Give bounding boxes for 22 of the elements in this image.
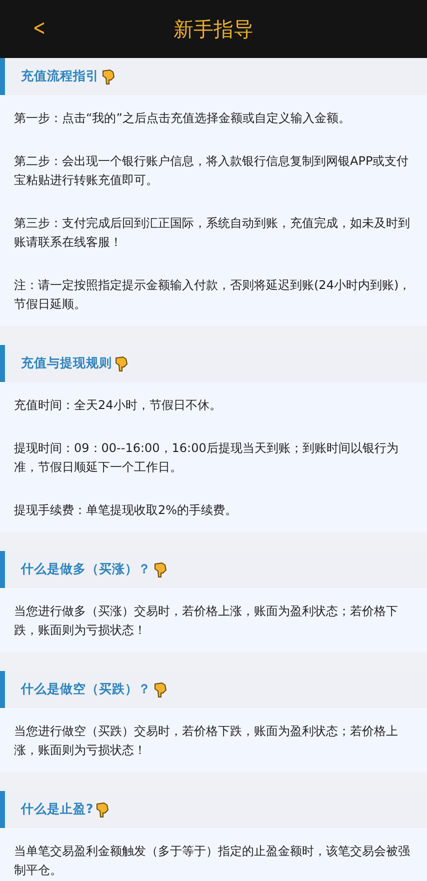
paragraph: 提现时间：09：00--16:00，16:00后提现当天到账；到账时间以银行为准，节假日顺延下一个工作日。 <box>14 440 400 476</box>
section-title: 什么是做空（买跌）？ <box>21 680 151 698</box>
paragraph: 当单笔交易盈利金额触发（多于等于）指定的止盈金额时，该笔交易会被强制平仓。 <box>14 843 411 879</box>
pointing-hand-icon <box>154 562 167 578</box>
paragraph: 第二步：会出现一个银行账户信息，将入款银行信息复制到网银APP或支付宝粘贴进行转账充值即可。 <box>14 153 410 189</box>
section-title: 充值与提现规则 <box>21 354 112 372</box>
page-title: 新手指导 <box>174 16 254 43</box>
paragraph: 充值时间：全天24小时，节假日不休。 <box>14 397 222 414</box>
paragraph: 第一步：点击“我的”之后点击充值选择金额或自定义输入金额。 <box>14 110 352 127</box>
paragraph: 当您进行做空（买跌）交易时，若价格下跌，账面为盈利状态；若价格上涨，账面则为亏损状态！ <box>14 723 399 759</box>
back-button[interactable]: < <box>28 18 50 40</box>
paragraph: 提现手续费：单笔提现收取2%的手续费。 <box>14 502 238 519</box>
section-title: 什么是做多（买涨）？ <box>21 560 151 578</box>
pointing-hand-icon <box>96 802 110 818</box>
pointing-hand-icon <box>115 356 128 372</box>
section-title: 什么是止盈? <box>21 800 94 818</box>
paragraph: 第三步：支付完成后回到汇正国际，系统自动到账，充值完成，如未及时到账请联系在线客服！ <box>14 215 411 251</box>
paragraph: 注：请一定按照指定提示金额输入付款，否则将延迟到账(24小时内到账)，节假日延顺。 <box>14 277 412 313</box>
paragraph: 当您进行做多（买涨）交易时，若价格上涨，账面为盈利状态；若价格下跌，账面则为亏损状态！ <box>14 603 399 639</box>
pointing-hand-icon <box>154 682 167 698</box>
pointing-hand-icon <box>102 68 115 84</box>
section-title: 充值流程指引 <box>21 67 99 86</box>
